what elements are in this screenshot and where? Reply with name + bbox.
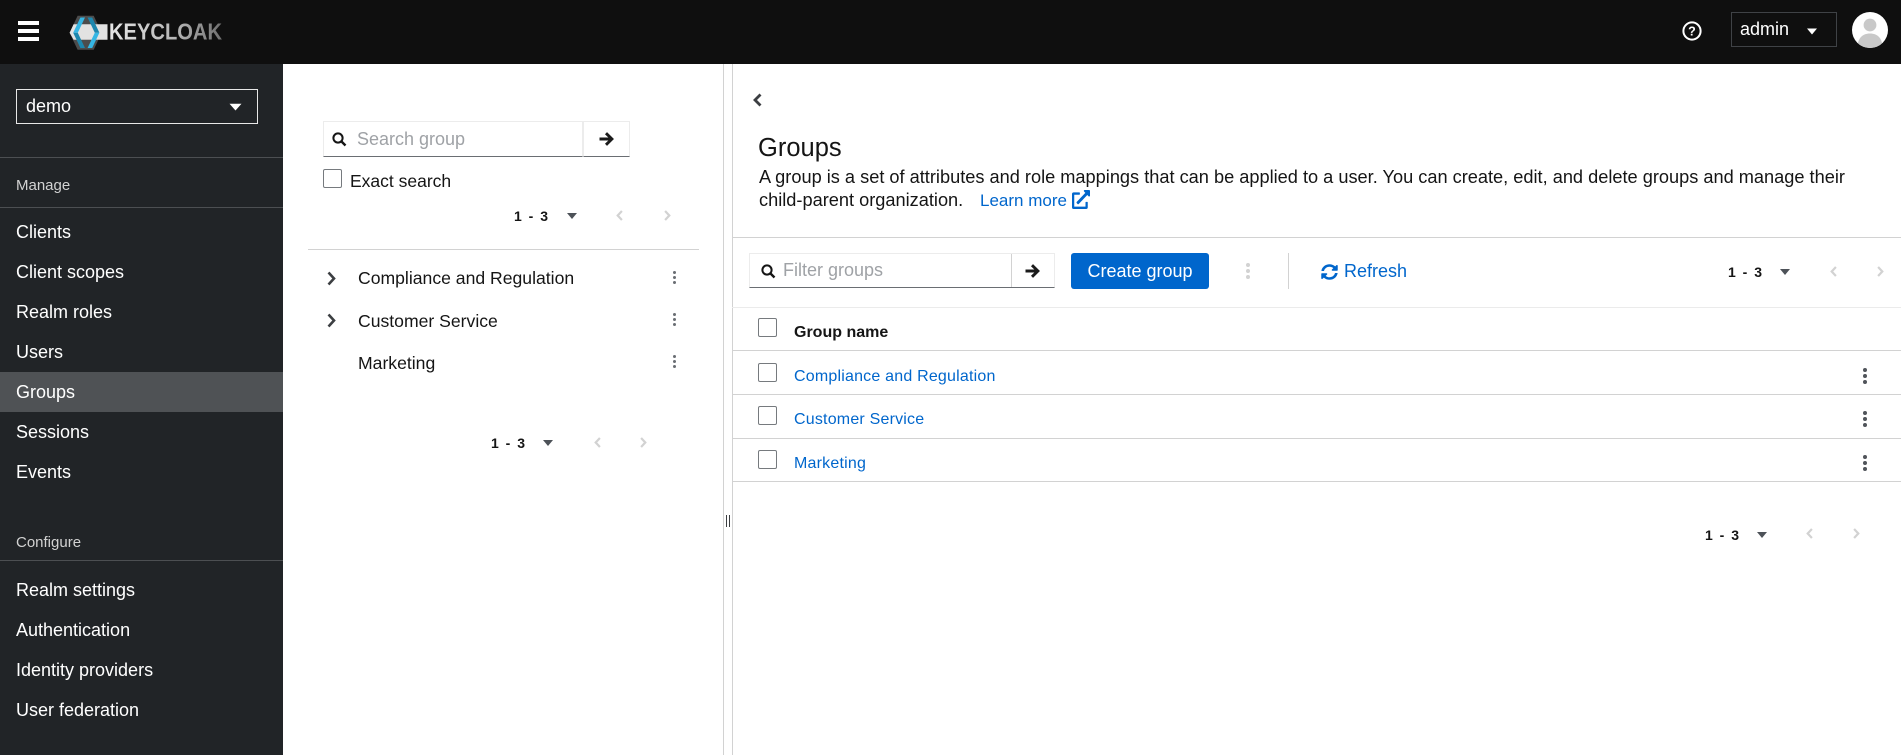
svg-text:?: ? <box>1688 25 1696 39</box>
svg-text:KEYCLOAK: KEYCLOAK <box>109 19 222 45</box>
